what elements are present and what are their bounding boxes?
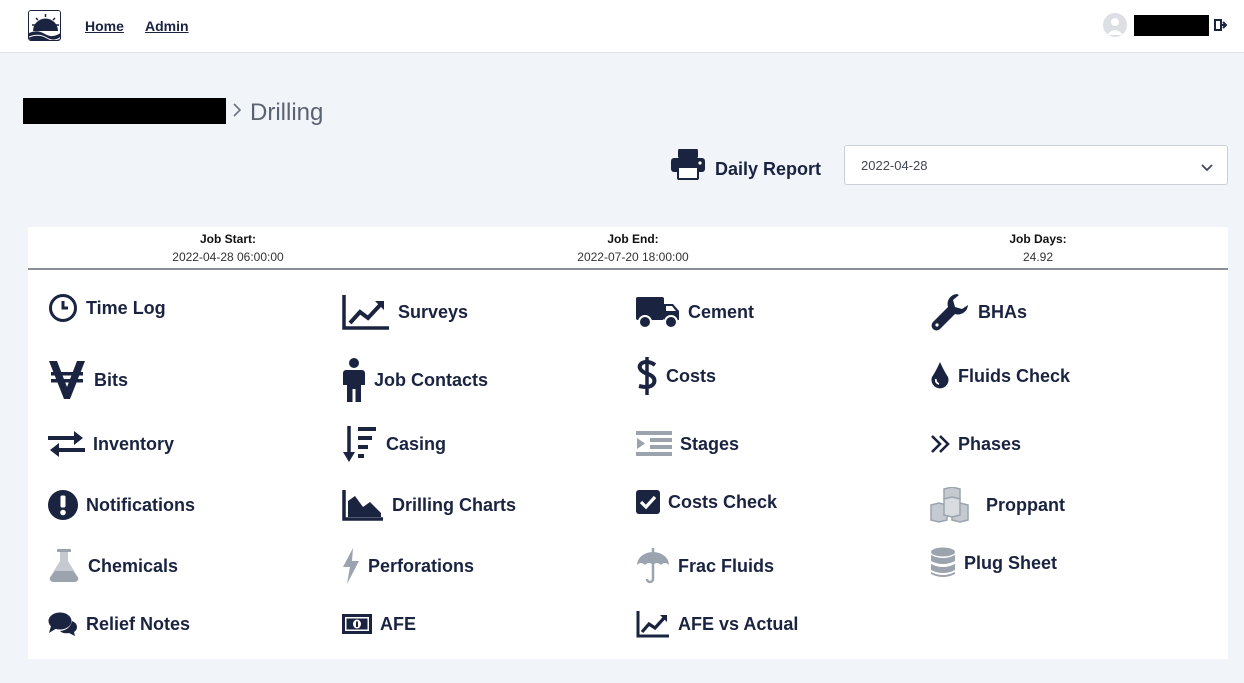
tile-costs[interactable]: Costs — [636, 354, 716, 398]
redacted-breadcrumb-parent — [23, 98, 226, 124]
tile-label: Notifications — [86, 494, 196, 515]
area-chart-icon — [342, 489, 384, 521]
tile-proppant[interactable]: Proppant — [930, 483, 1065, 527]
wrench-icon — [930, 292, 970, 332]
top-navbar: Home Admin — [0, 0, 1244, 53]
tile-stages[interactable]: Stages — [636, 422, 739, 466]
exchange-arrows-icon — [48, 430, 85, 458]
job-start-label: Job Start: — [199, 232, 256, 246]
comments-icon — [48, 611, 78, 637]
printer-icon[interactable] — [670, 148, 706, 180]
tile-label: Time Log — [86, 297, 166, 318]
tile-costs-check[interactable]: Costs Check — [636, 480, 777, 524]
bolt-icon — [342, 548, 360, 584]
tile-phases[interactable]: Phases — [930, 422, 1021, 466]
dollar-icon — [636, 356, 658, 396]
tile-label: Job Contacts — [374, 369, 489, 390]
tile-cement[interactable]: Cement — [636, 290, 754, 334]
tile-label: Costs — [666, 365, 717, 386]
indent-list-icon — [636, 430, 672, 458]
double-chevron-right-icon — [930, 434, 950, 454]
tile-label: Cement — [688, 301, 755, 322]
tile-label: Perforations — [368, 555, 475, 576]
app-logo[interactable] — [28, 10, 61, 41]
flask-icon — [48, 549, 80, 583]
checkbox-icon — [636, 490, 660, 514]
umbrella-icon — [636, 548, 670, 584]
tile-casing[interactable]: Casing — [342, 422, 446, 466]
tile-label: Frac Fluids — [678, 555, 775, 576]
tile-drilling-charts[interactable]: Drilling Charts — [342, 483, 516, 527]
tile-label: Surveys — [398, 301, 469, 322]
user-avatar[interactable] — [1103, 13, 1127, 37]
line-chart-icon — [636, 610, 670, 638]
money-bill-icon — [342, 613, 372, 635]
tile-label: Plug Sheet — [964, 552, 1058, 573]
tile-label: Costs Check — [668, 491, 778, 512]
tile-label: BHAs — [978, 301, 1028, 322]
droplet-icon — [930, 361, 950, 391]
nav-home-link[interactable]: Home — [85, 18, 124, 34]
report-date-select[interactable]: 2022-04-28 — [844, 145, 1228, 185]
tile-label: Fluids Check — [958, 365, 1071, 386]
tile-bits[interactable]: Bits — [48, 358, 128, 402]
chevron-down-icon — [1201, 160, 1213, 172]
database-icon — [930, 547, 956, 579]
tile-label: Relief Notes — [86, 613, 191, 634]
truck-icon — [636, 294, 680, 330]
tile-relief-notes[interactable]: Relief Notes — [48, 602, 190, 646]
job-days: Job Days: 24.92 — [918, 231, 1158, 267]
tile-inventory[interactable]: Inventory — [48, 422, 174, 466]
exclamation-circle-icon — [48, 490, 78, 520]
person-icon — [342, 358, 366, 402]
job-end-label: Job End: — [607, 232, 659, 246]
job-days-value: 24.92 — [1022, 250, 1054, 264]
tile-afe-vs-actual[interactable]: AFE vs Actual — [636, 602, 798, 646]
job-start-value: 2022-04-28 06:00:00 — [172, 250, 284, 264]
tile-job-contacts[interactable]: Job Contacts — [342, 358, 488, 402]
tile-label: AFE vs Actual — [678, 613, 799, 634]
job-start: Job Start: 2022-04-28 06:00:00 — [108, 231, 348, 267]
tile-label: Casing — [386, 433, 447, 454]
job-end: Job End: 2022-07-20 18:00:00 — [513, 231, 753, 267]
job-panel: Job Start: 2022-04-28 06:00:00 Job End: … — [28, 227, 1228, 659]
tile-label: Bits — [94, 369, 129, 390]
tile-plug-sheet[interactable]: Plug Sheet — [930, 541, 1057, 585]
tile-label: AFE — [380, 613, 416, 634]
tile-label: Drilling Charts — [392, 494, 517, 515]
tile-label: Inventory — [93, 433, 175, 454]
nav-admin-link[interactable]: Admin — [145, 18, 189, 34]
daily-report-button[interactable]: Daily Report — [715, 159, 821, 180]
cubes-icon — [930, 487, 974, 523]
bits-icon — [48, 359, 86, 401]
sort-down-icon — [342, 425, 378, 463]
tile-label: Proppant — [986, 494, 1065, 515]
clock-icon — [48, 293, 78, 323]
logout-icon[interactable] — [1214, 18, 1228, 32]
tile-fluids-check[interactable]: Fluids Check — [930, 354, 1070, 398]
line-chart-icon — [342, 293, 390, 331]
redacted-username — [1134, 15, 1209, 36]
breadcrumb-separator — [231, 100, 243, 126]
page-title: Drilling — [250, 99, 324, 126]
report-date-value: 2022-04-28 — [861, 158, 928, 173]
tile-surveys[interactable]: Surveys — [342, 290, 468, 334]
tile-afe[interactable]: AFE — [342, 602, 416, 646]
job-stats: Job Start: 2022-04-28 06:00:00 Job End: … — [28, 227, 1228, 270]
tile-label: Phases — [958, 433, 1022, 454]
tile-frac-fluids[interactable]: Frac Fluids — [636, 544, 774, 588]
job-end-value: 2022-07-20 18:00:00 — [577, 250, 689, 264]
tile-perforations[interactable]: Perforations — [342, 544, 474, 588]
tile-label: Chemicals — [88, 555, 179, 576]
tile-label: Stages — [680, 433, 740, 454]
tile-notifications[interactable]: Notifications — [48, 483, 195, 527]
tile-chemicals[interactable]: Chemicals — [48, 544, 178, 588]
job-days-label: Job Days: — [1009, 232, 1067, 246]
tile-bhas[interactable]: BHAs — [930, 290, 1027, 334]
tile-time-log[interactable]: Time Log — [48, 286, 166, 330]
